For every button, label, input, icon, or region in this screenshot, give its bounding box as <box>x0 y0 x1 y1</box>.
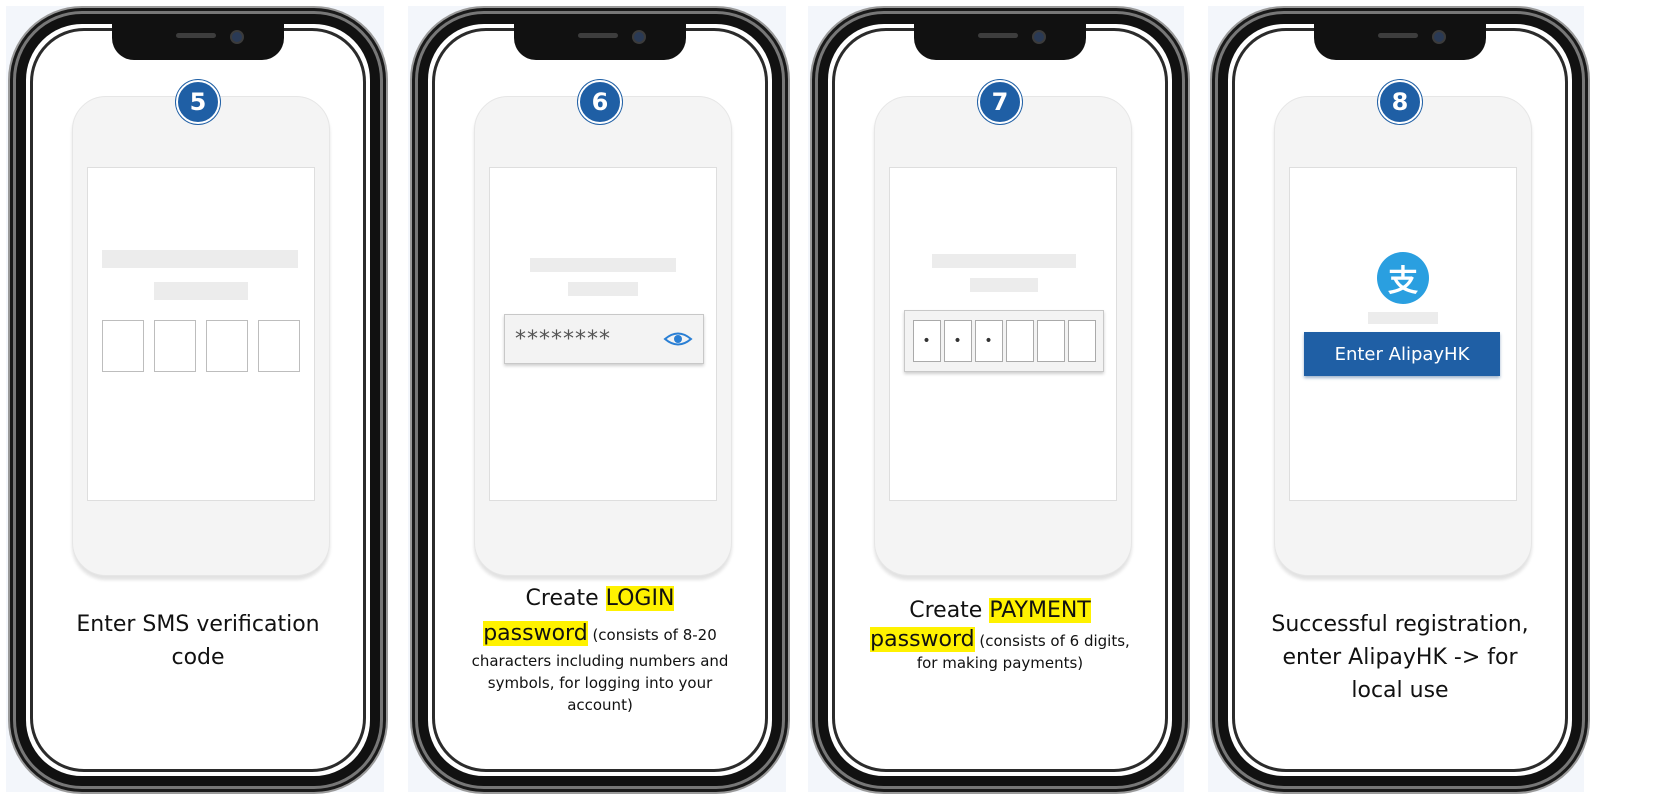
caption-highlight: password <box>483 621 588 646</box>
pin-cell[interactable] <box>1067 320 1096 362</box>
sms-code-box[interactable] <box>206 320 248 372</box>
phone-notch <box>514 24 686 60</box>
placeholder-bar <box>970 278 1038 292</box>
mock-screen: ******** <box>489 167 717 501</box>
sms-code-box[interactable] <box>258 320 300 372</box>
payment-password-input[interactable]: • • • <box>904 310 1104 372</box>
caption-highlight: password <box>870 627 975 652</box>
mock-screen <box>87 167 315 501</box>
placeholder-bar <box>568 282 638 296</box>
caption-highlight: PAYMENT <box>989 598 1091 623</box>
placeholder-bar <box>1368 312 1438 324</box>
placeholder-bar <box>154 282 248 300</box>
phone-notch <box>914 24 1086 60</box>
step-caption: Create LOGIN password (consists of 8-20 … <box>458 582 742 716</box>
phone-step-7: 7 • • • Create PAYMENT password (consist… <box>818 14 1182 786</box>
phone-step-5: 5 Enter SMS verification code <box>16 14 380 786</box>
phone-step-8: 8 支 Enter AlipayHK Successful registrati… <box>1218 14 1582 786</box>
pin-cell[interactable]: • <box>943 320 972 362</box>
login-password-input[interactable]: ******** <box>504 314 704 364</box>
sms-code-box[interactable] <box>102 320 144 372</box>
pin-cell[interactable]: • <box>974 320 1003 362</box>
mock-phone: • • • <box>874 96 1132 576</box>
caption-highlight: LOGIN <box>605 586 675 611</box>
placeholder-bar <box>102 250 298 268</box>
sms-code-box[interactable] <box>154 320 196 372</box>
placeholder-bar <box>530 258 676 272</box>
pin-cell[interactable] <box>1036 320 1065 362</box>
phone-step-6: 6 ******** Create LOGIN password (consis… <box>418 14 782 786</box>
mock-screen: • • • <box>889 167 1117 501</box>
step-caption: Enter SMS verification code <box>76 612 320 670</box>
alipay-logo-icon: 支 <box>1377 252 1429 304</box>
password-mask: ******** <box>515 326 611 352</box>
caption-prefix: Create <box>525 586 606 611</box>
pin-cell[interactable] <box>1005 320 1034 362</box>
pin-cell[interactable]: • <box>912 320 941 362</box>
step-badge: 6 <box>578 80 622 124</box>
mock-screen: 支 Enter AlipayHK <box>1289 167 1517 501</box>
placeholder-bar <box>932 254 1076 268</box>
mock-phone: ******** <box>474 96 732 576</box>
step-badge: 7 <box>978 80 1022 124</box>
phone-notch <box>1314 24 1486 60</box>
step-caption: Successful registration, enter AlipayHK … <box>1271 612 1529 703</box>
caption-prefix: Create <box>909 598 990 623</box>
step-badge: 8 <box>1378 80 1422 124</box>
enter-alipayhk-button[interactable]: Enter AlipayHK <box>1304 332 1500 376</box>
phone-notch <box>112 24 284 60</box>
eye-icon[interactable] <box>663 330 693 348</box>
step-caption: Create PAYMENT password (consists of 6 d… <box>864 594 1136 674</box>
step-badge: 5 <box>176 80 220 124</box>
mock-phone: 支 Enter AlipayHK <box>1274 96 1532 576</box>
mock-phone <box>72 96 330 576</box>
